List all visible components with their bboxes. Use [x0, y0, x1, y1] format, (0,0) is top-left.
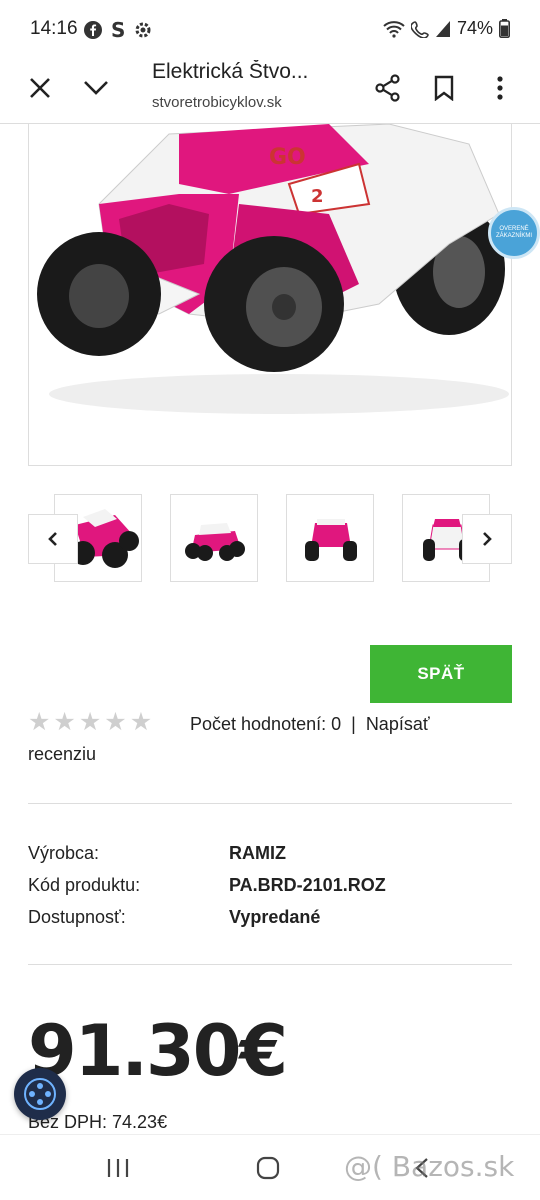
thumbnail-image	[185, 523, 245, 561]
svg-text:S: S	[111, 20, 125, 40]
rating-separator: |	[351, 714, 356, 734]
product-main-image[interactable]: 2 GO	[28, 124, 512, 466]
settings-gear-icon	[135, 22, 151, 38]
bookmark-button[interactable]	[424, 68, 464, 108]
divider	[28, 964, 512, 965]
manufacturer-label: Výrobca:	[28, 843, 100, 863]
thumbnail[interactable]	[170, 494, 258, 582]
home-button[interactable]	[248, 1153, 288, 1183]
page-title: Elektrická Štvo...	[152, 60, 309, 83]
page-url[interactable]: stvoretrobicyklov.sk	[152, 94, 342, 111]
price: 91.30€	[28, 1010, 288, 1092]
info-row-manufacturer: Výrobca: RAMIZ	[28, 843, 512, 871]
atv-image: 2 GO	[29, 124, 511, 465]
home-icon	[256, 1156, 280, 1180]
status-time: 14:16	[30, 18, 78, 39]
collapse-button[interactable]	[76, 68, 116, 108]
availability-label: Dostupnosť:	[28, 907, 126, 927]
product-code-label: Kód produktu:	[28, 875, 141, 895]
watermark: @( Bazos.sk	[344, 1150, 515, 1183]
star-icon[interactable]: ★	[53, 710, 75, 735]
chevron-right-icon	[483, 532, 492, 546]
share-icon	[375, 74, 400, 102]
star-icon[interactable]: ★	[130, 710, 152, 735]
chevron-left-icon	[48, 532, 57, 546]
signal-icon	[435, 20, 450, 37]
wifi-icon	[383, 20, 405, 38]
rating-stars[interactable]: ★ ★ ★ ★ ★	[28, 710, 152, 735]
product-code-value: PA.BRD-2101.ROZ	[229, 875, 386, 895]
availability-value: Vypredané	[229, 907, 321, 927]
wifi-call-icon	[410, 20, 429, 38]
star-icon[interactable]: ★	[104, 710, 126, 735]
bookmark-icon	[434, 75, 454, 101]
recent-apps-button[interactable]	[98, 1153, 138, 1183]
thumbnail-strip	[28, 494, 512, 582]
s-app-icon: S	[111, 20, 125, 40]
thumbnail[interactable]	[286, 494, 374, 582]
verified-badge[interactable]: OVERENÉ ZÁKAZNÍKMI	[488, 207, 540, 259]
rating-count: Počet hodnotení: 0	[190, 714, 342, 734]
svg-text:GO: GO	[269, 145, 306, 170]
close-button[interactable]	[20, 68, 60, 108]
star-icon[interactable]: ★	[28, 710, 50, 735]
star-icon[interactable]: ★	[79, 710, 101, 735]
thumbnail-next-button[interactable]	[462, 514, 512, 564]
thumbnail-image	[305, 519, 357, 561]
badge-text: OVERENÉ ZÁKAZNÍKMI	[495, 226, 532, 239]
chevron-down-icon	[84, 81, 108, 95]
battery-icon	[499, 19, 510, 38]
share-button[interactable]	[368, 68, 408, 108]
info-row-code: Kód produktu: PA.BRD-2101.ROZ	[28, 875, 512, 903]
battery-percent: 74%	[456, 18, 493, 38]
thumbnail-prev-button[interactable]	[28, 514, 78, 564]
write-review-link[interactable]: Napísať	[366, 714, 430, 734]
rating-summary: Počet hodnotení: 0 | Napísať	[190, 714, 430, 735]
info-row-availability: Dostupnosť: Vypredané	[28, 907, 512, 935]
accessibility-button[interactable]	[14, 1068, 66, 1120]
facebook-icon	[84, 21, 102, 39]
manufacturer-value: RAMIZ	[229, 843, 286, 863]
more-vert-icon	[497, 76, 503, 100]
browser-toolbar: Elektrická Štvo... stvoretrobicyklov.sk	[0, 60, 540, 124]
close-icon	[30, 78, 50, 98]
accessibility-icon	[24, 1078, 56, 1110]
divider	[28, 803, 512, 804]
write-review-link-cont[interactable]: recenziu	[28, 744, 96, 765]
svg-text:2: 2	[311, 186, 324, 207]
recent-apps-icon	[107, 1159, 129, 1177]
back-button[interactable]: SPÄŤ	[370, 645, 512, 703]
status-bar: 14:16 S 74%	[0, 0, 540, 60]
more-options-button[interactable]	[480, 68, 520, 108]
